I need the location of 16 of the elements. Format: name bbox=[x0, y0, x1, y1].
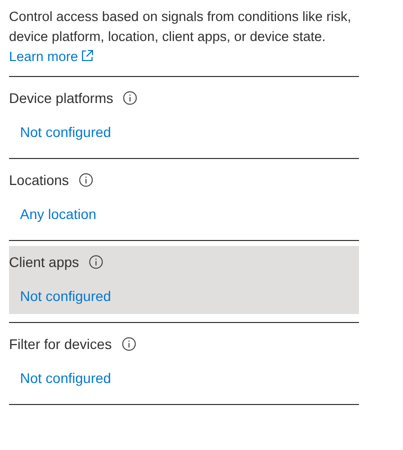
condition-row[interactable]: Client apps Not configured bbox=[9, 246, 359, 314]
learn-more-link[interactable]: Learn more bbox=[9, 49, 94, 64]
condition-value-link[interactable]: Not configured bbox=[20, 122, 112, 142]
info-icon[interactable] bbox=[122, 337, 136, 351]
external-link-icon bbox=[81, 49, 94, 62]
condition-label: Client apps bbox=[9, 252, 80, 272]
condition-label: Locations bbox=[9, 170, 69, 190]
condition-value-link[interactable]: Not configured bbox=[20, 368, 112, 388]
condition-value-link[interactable]: Not configured bbox=[20, 286, 112, 306]
condition-label: Filter for devices bbox=[9, 334, 112, 354]
info-icon[interactable] bbox=[89, 255, 104, 269]
description-text: Control access based on signals from conditions like risk, device platform, location, client apps, or device state. Learn more bbox=[9, 8, 352, 66]
info-icon[interactable] bbox=[123, 91, 138, 105]
info-icon[interactable] bbox=[78, 173, 93, 187]
condition-value-link[interactable]: Any location bbox=[20, 204, 96, 224]
condition-label: Device platforms bbox=[9, 88, 114, 108]
